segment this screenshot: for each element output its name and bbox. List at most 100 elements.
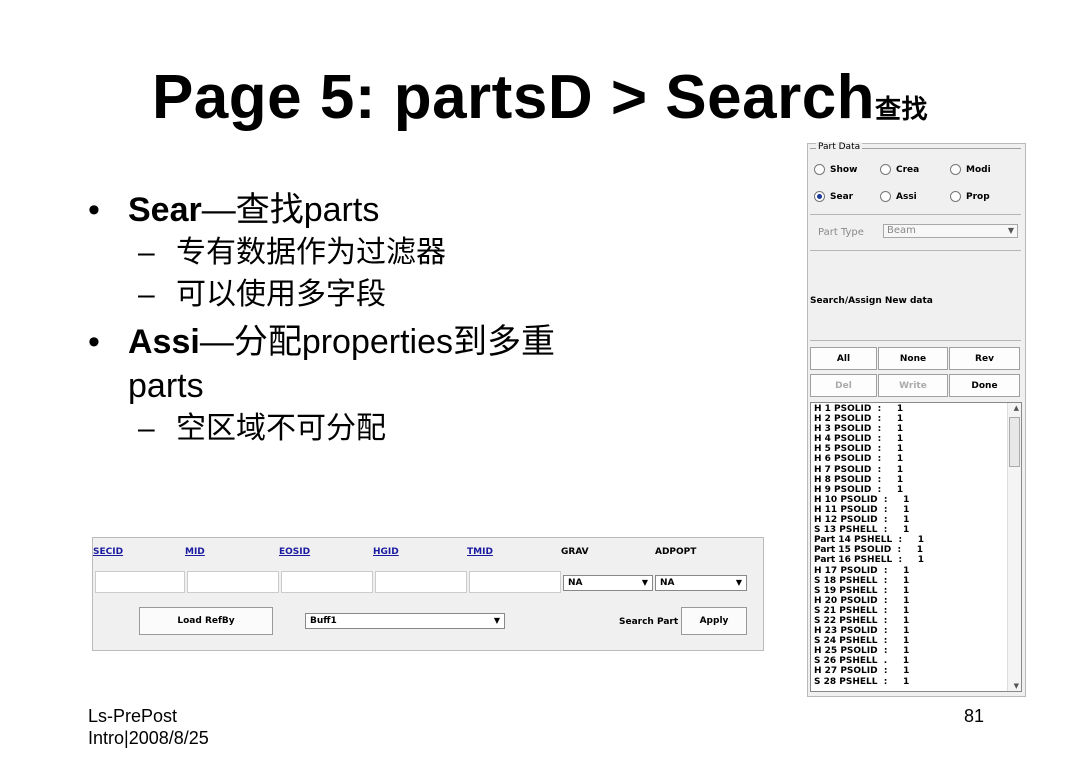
radio-circle-icon bbox=[880, 191, 891, 202]
apply-button[interactable]: Apply bbox=[681, 607, 747, 635]
sub-bullet-text: 空区域不可分配 bbox=[176, 412, 386, 445]
mid-input[interactable] bbox=[187, 571, 279, 593]
list-item[interactable]: Part 15 PSOLID : 1 bbox=[814, 545, 1021, 555]
radio-assi[interactable]: Assi bbox=[880, 191, 917, 202]
sub-bullet-text: 可以使用多字段 bbox=[176, 278, 386, 311]
all-button[interactable]: All bbox=[810, 347, 877, 370]
bullet-sear-rest: —查找parts bbox=[201, 191, 380, 229]
tmid-input[interactable] bbox=[469, 571, 561, 593]
list-item[interactable]: H 25 PSOLID : 1 bbox=[814, 646, 1021, 656]
list-item[interactable]: H 12 PSOLID : 1 bbox=[814, 515, 1021, 525]
list-item[interactable]: Part 14 PSHELL : 1 bbox=[814, 535, 1021, 545]
list-item[interactable]: H 3 PSOLID : 1 bbox=[814, 424, 1021, 434]
list-item[interactable]: S 19 PSHELL : 1 bbox=[814, 586, 1021, 596]
list-item[interactable]: S 22 PSHELL : 1 bbox=[814, 616, 1021, 626]
page-number: 81 bbox=[964, 706, 985, 726]
radio-sear[interactable]: Sear bbox=[814, 191, 853, 202]
list-item[interactable]: H 1 PSOLID : 1 bbox=[814, 404, 1021, 414]
scroll-up-icon[interactable]: ▲ bbox=[1014, 404, 1019, 412]
footer-date: Intro|2008/8/25 bbox=[88, 728, 209, 748]
sub-bullet: – 空区域不可分配 bbox=[138, 412, 386, 445]
eosid-input[interactable] bbox=[281, 571, 373, 593]
radio-selected-icon bbox=[814, 191, 825, 202]
list-item[interactable]: H 20 PSOLID : 1 bbox=[814, 596, 1021, 606]
grav-value: NA bbox=[568, 578, 583, 588]
list-item[interactable]: H 9 PSOLID : 1 bbox=[814, 485, 1021, 495]
slide-title-text: Page 5: partsD > Search bbox=[151, 63, 876, 132]
sub-bullet-text: 专有数据作为过滤器 bbox=[176, 236, 446, 269]
none-button[interactable]: None bbox=[878, 347, 948, 370]
bullet-assi-cont: parts bbox=[128, 367, 204, 405]
load-refby-button[interactable]: Load RefBy bbox=[139, 607, 273, 635]
radio-crea[interactable]: Crea bbox=[880, 164, 919, 175]
hgid-input[interactable] bbox=[375, 571, 467, 593]
radio-circle-icon bbox=[950, 164, 961, 175]
list-item[interactable]: S 28 PSHELL : 1 bbox=[814, 677, 1021, 687]
grav-select[interactable]: NA ▼ bbox=[563, 575, 653, 591]
secid-input[interactable] bbox=[95, 571, 185, 593]
part-type-value: Beam bbox=[887, 225, 916, 236]
radio-label: Sear bbox=[830, 191, 854, 202]
buffer-select[interactable]: Buff1 ▼ bbox=[305, 613, 505, 629]
part-data-panel: Part Data Show Crea Modi Sear Assi Prop … bbox=[807, 142, 1026, 697]
footer-app: Ls-PrePost bbox=[88, 706, 178, 726]
list-item[interactable]: H 27 PSOLID : 1 bbox=[814, 666, 1021, 676]
header-tmid[interactable]: TMID bbox=[467, 547, 493, 557]
list-item[interactable]: H 6 PSOLID : 1 bbox=[814, 454, 1021, 464]
header-eosid[interactable]: EOSID bbox=[279, 547, 310, 557]
radio-circle-icon bbox=[814, 164, 825, 175]
search-assign-label: Search/Assign New data bbox=[810, 296, 933, 306]
radio-label: Modi bbox=[966, 164, 991, 175]
write-button[interactable]: Write bbox=[878, 374, 948, 397]
del-button[interactable]: Del bbox=[810, 374, 877, 397]
radio-label: Prop bbox=[966, 191, 990, 202]
radio-label: Show bbox=[830, 164, 858, 175]
header-mid[interactable]: MID bbox=[185, 547, 205, 557]
list-item[interactable]: H 23 PSOLID : 1 bbox=[814, 626, 1021, 636]
list-item[interactable]: S 26 PSHELL . 1 bbox=[814, 656, 1021, 666]
bullet-sear-bold: Sear bbox=[128, 191, 202, 229]
list-item[interactable]: H 11 PSOLID : 1 bbox=[814, 505, 1021, 515]
list-item[interactable]: H 7 PSOLID : 1 bbox=[814, 465, 1021, 475]
bullet-assi-bold: Assi bbox=[128, 323, 200, 361]
part-list-scrollbar[interactable]: ▲ ▼ bbox=[1007, 403, 1021, 691]
radio-label: Crea bbox=[896, 164, 920, 175]
part-list[interactable]: H 1 PSOLID : 1H 2 PSOLID : 1H 3 PSOLID :… bbox=[810, 402, 1022, 692]
list-item[interactable]: H 5 PSOLID : 1 bbox=[814, 444, 1021, 454]
radio-prop[interactable]: Prop bbox=[950, 191, 990, 202]
header-grav: GRAV bbox=[561, 547, 589, 557]
list-item[interactable]: S 18 PSHELL : 1 bbox=[814, 576, 1021, 586]
property-toolbar: SECID MID EOSID HGID TMID GRAV ADPOPT NA… bbox=[92, 537, 764, 651]
adpopt-value: NA bbox=[660, 578, 675, 588]
list-item[interactable]: H 10 PSOLID : 1 bbox=[814, 495, 1021, 505]
list-item[interactable]: H 17 PSOLID : 1 bbox=[814, 566, 1021, 576]
search-part-label: Search Part bbox=[619, 617, 679, 627]
chevron-down-icon: ▼ bbox=[735, 578, 742, 587]
header-secid[interactable]: SECID bbox=[93, 547, 123, 557]
scroll-thumb[interactable] bbox=[1009, 417, 1020, 467]
scroll-down-icon[interactable]: ▼ bbox=[1014, 682, 1019, 690]
radio-modi[interactable]: Modi bbox=[950, 164, 991, 175]
list-item[interactable]: S 24 PSHELL : 1 bbox=[814, 636, 1021, 646]
chevron-down-icon: ▼ bbox=[641, 578, 648, 587]
header-adpopt: ADPOPT bbox=[655, 547, 697, 557]
part-list-items: H 1 PSOLID : 1H 2 PSOLID : 1H 3 PSOLID :… bbox=[811, 403, 1021, 687]
adpopt-select[interactable]: NA ▼ bbox=[655, 575, 747, 591]
done-button[interactable]: Done bbox=[949, 374, 1020, 397]
part-type-select[interactable]: Beam ▼ bbox=[883, 224, 1018, 238]
list-item[interactable]: Part 16 PSHELL : 1 bbox=[814, 555, 1021, 565]
slide-title: Page 5: partsD > Search查找 bbox=[0, 62, 1080, 133]
radio-show[interactable]: Show bbox=[814, 164, 857, 175]
chevron-down-icon: ▼ bbox=[493, 616, 500, 625]
part-data-legend: Part Data bbox=[816, 142, 863, 152]
bullet-assi-rest: —分配properties到多重 bbox=[199, 323, 556, 361]
bullet-list: • Sear—查找parts – 专有数据作为过滤器 – 可以使用多字段 • Assi—… bbox=[88, 188, 788, 450]
list-item[interactable]: H 2 PSOLID : 1 bbox=[814, 414, 1021, 424]
header-hgid[interactable]: HGID bbox=[373, 547, 399, 557]
list-item[interactable]: H 4 PSOLID : 1 bbox=[814, 434, 1021, 444]
radio-label: Assi bbox=[896, 191, 917, 202]
rev-button[interactable]: Rev bbox=[949, 347, 1020, 370]
list-item[interactable]: H 8 PSOLID : 1 bbox=[814, 475, 1021, 485]
list-item[interactable]: S 21 PSHELL : 1 bbox=[814, 606, 1021, 616]
list-item[interactable]: S 13 PSHELL : 1 bbox=[814, 525, 1021, 535]
